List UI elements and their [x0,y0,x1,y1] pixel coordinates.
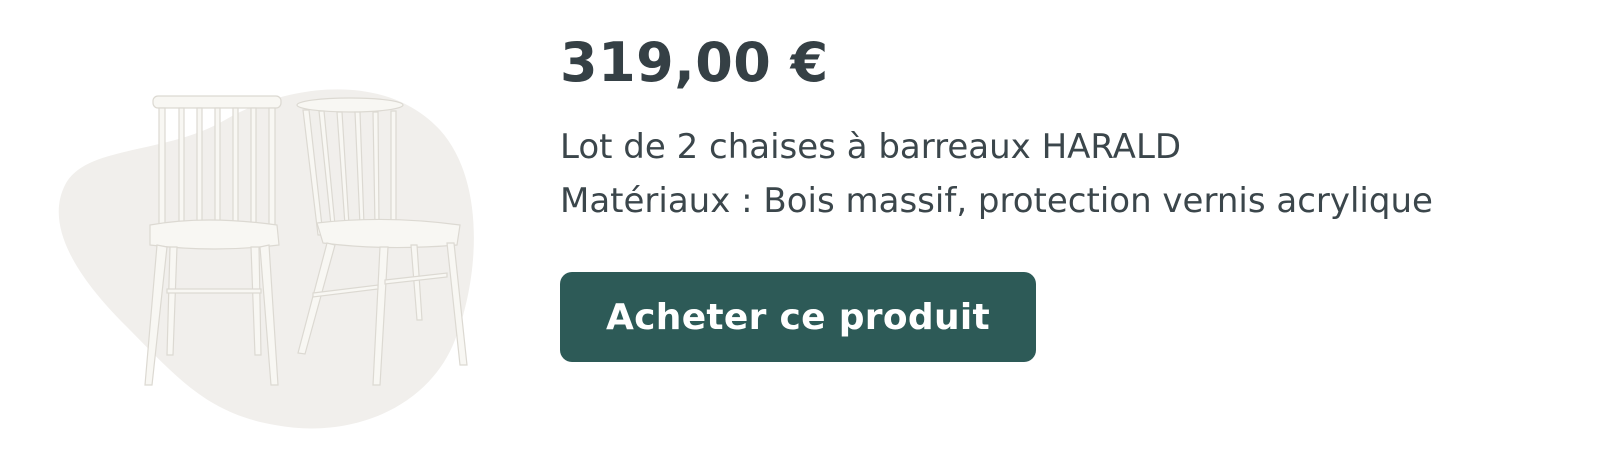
product-card: 319,00 € Lot de 2 chaises à barreaux HAR… [0,0,1600,462]
buy-product-button[interactable]: Acheter ce produit [560,272,1036,362]
product-image[interactable] [55,75,485,445]
product-materials: Matériaux : Bois massif, protection vern… [560,181,1433,221]
product-title: Lot de 2 chaises à barreaux HARALD [560,127,1182,167]
product-price: 319,00 € [560,31,829,94]
product-description: Lot de 2 chaises à barreaux HARALD Matér… [560,120,1580,228]
product-info: 319,00 € Lot de 2 chaises à barreaux HAR… [560,28,1580,228]
